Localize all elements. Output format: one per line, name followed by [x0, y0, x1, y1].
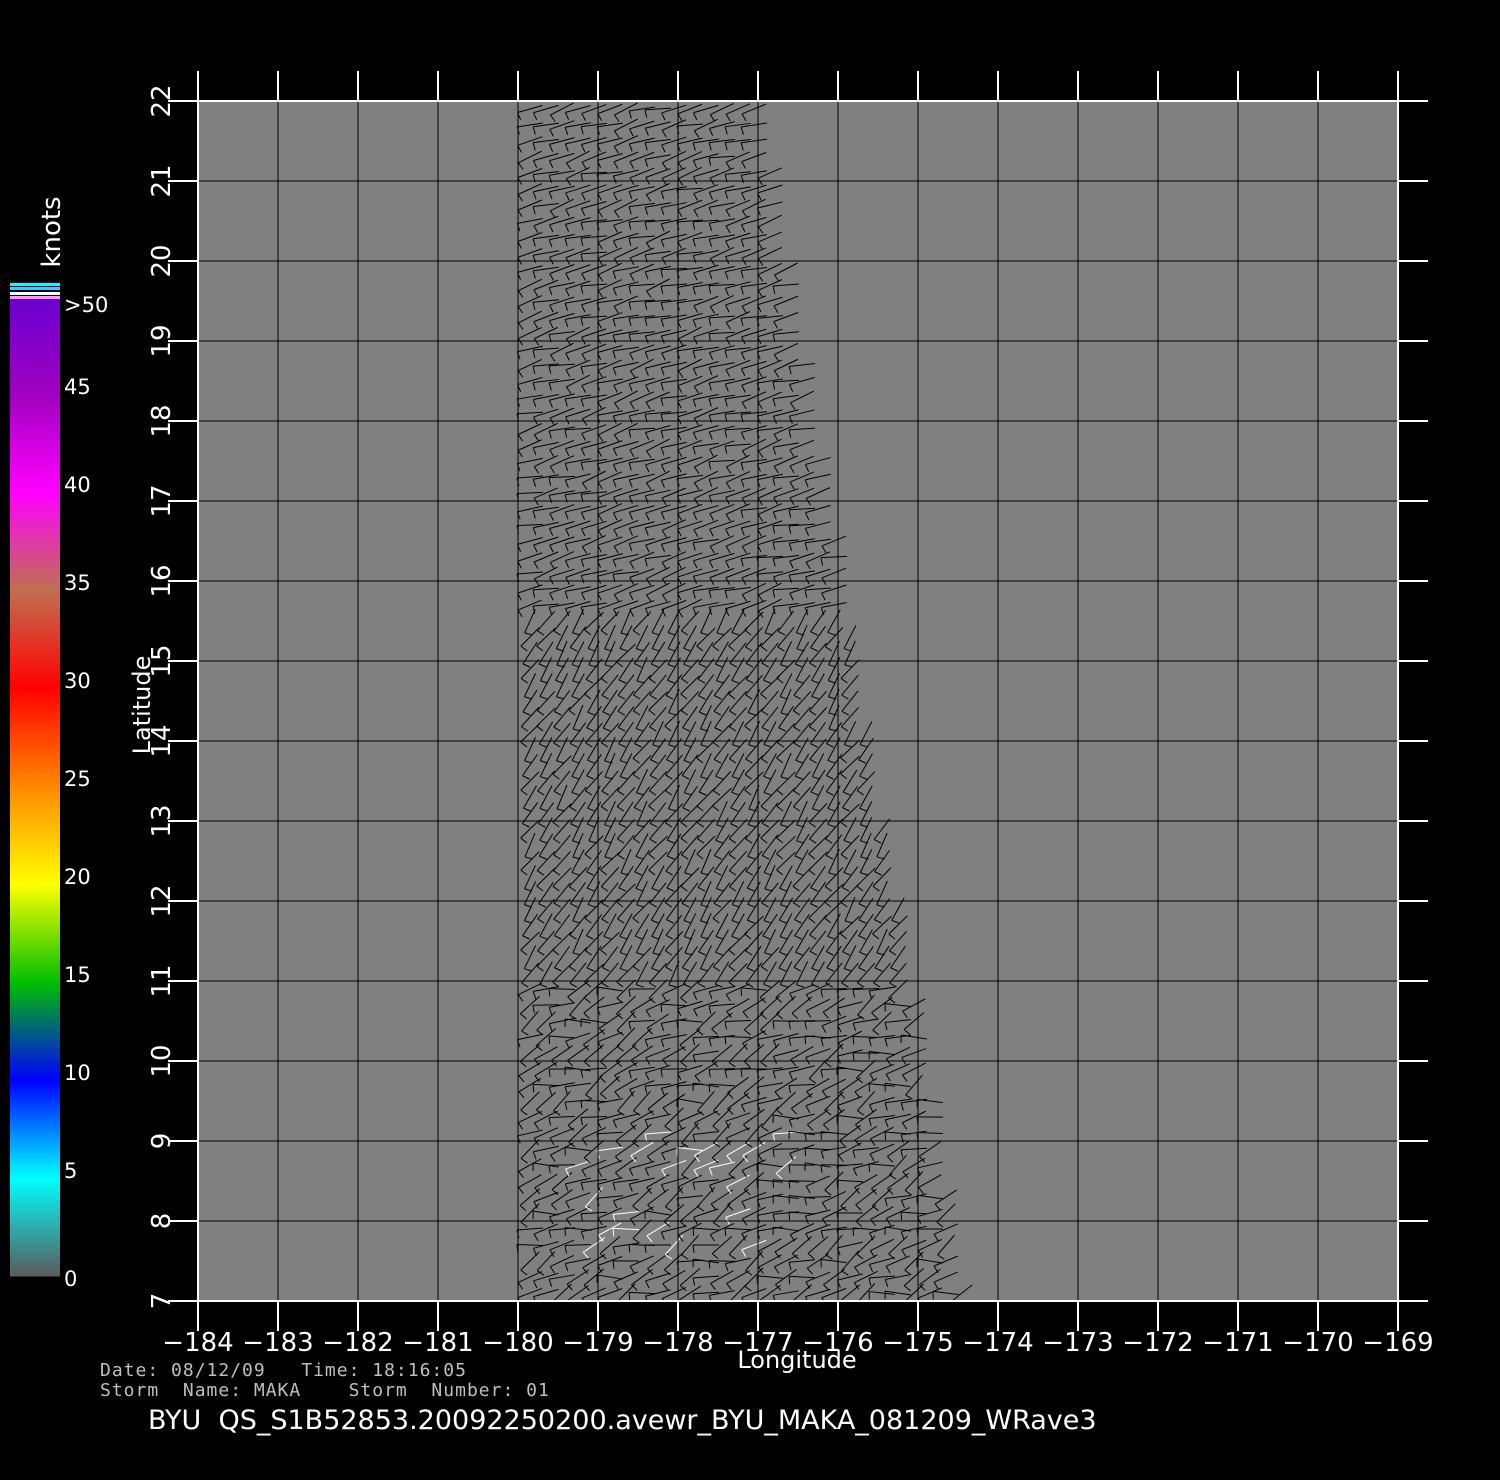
colorbar-tick-label: 20: [64, 865, 91, 889]
x-tick-label: −180: [482, 1328, 553, 1358]
colorbar-label: knots: [37, 196, 67, 267]
x-tick-label: −181: [402, 1328, 473, 1358]
colorbar-tick-label: 10: [64, 1061, 91, 1085]
wind-barb-feather: [788, 1276, 791, 1285]
y-tick-label: 20: [147, 244, 177, 277]
wind-barb-feather: [616, 1301, 624, 1308]
x-tick-label: −169: [1362, 1328, 1433, 1358]
colorbar-segment: [10, 590, 60, 689]
colorbar-segment: [10, 296, 60, 395]
wind-barb-feather: [904, 1301, 911, 1308]
colorbar: 0 5 10 15 20 25 30 35 40 45 >50 knots: [10, 196, 108, 1291]
y-tick-label: 17: [147, 484, 177, 517]
wind-chart: 051015202530354045>50knots −184 −183 −182−…: [10, 71, 1434, 1374]
colorbar-tick-label: 15: [64, 963, 91, 987]
chart-title: BYU QS_S1B52853.20092250200.avewr_BYU_MA…: [148, 1405, 1097, 1436]
colorbar-top-stripe: [10, 292, 60, 295]
wind-barb-feather: [804, 1035, 807, 1045]
x-axis-label: Longitude: [737, 1346, 856, 1374]
y-tick-label: 9: [147, 1133, 177, 1150]
y-tick-label: 21: [147, 164, 177, 197]
wind-barb-feather: [791, 1301, 799, 1308]
colorbar-segment: [10, 786, 60, 885]
x-tick-label: −183: [242, 1328, 313, 1358]
colorbar-segment: [10, 884, 60, 983]
wind-barb-feather: [900, 1212, 903, 1221]
wind-barb-feather: [884, 1131, 887, 1141]
wind-barb-feather: [728, 1301, 736, 1308]
wind-barb-feather: [660, 1004, 663, 1013]
wind-barb-feather: [856, 1302, 864, 1308]
y-tick-label: 7: [147, 1293, 177, 1310]
wind-barb-feather: [788, 1211, 791, 1221]
wind-barb-feather: [804, 1148, 807, 1157]
wind-barb-shaft: [660, 1068, 688, 1070]
x-tick-label: −173: [1042, 1328, 1113, 1358]
x-tick-label: −172: [1122, 1328, 1193, 1358]
colorbar-segment: [10, 394, 60, 493]
y-tick-label: 18: [147, 404, 177, 437]
colorbar-tick-label: 0: [64, 1267, 77, 1291]
colorbar-tick-label: 25: [64, 767, 91, 791]
plot-area: [198, 101, 1398, 1301]
wind-barb-feather: [692, 1227, 695, 1237]
x-tick-label: −184: [162, 1328, 233, 1358]
colorbar-tick-label: 35: [64, 571, 91, 595]
colorbar-top-stripe: [10, 283, 60, 286]
colorbar-segment: [10, 1178, 60, 1277]
x-tick-label: −174: [962, 1328, 1033, 1358]
y-axis-label: Latitude: [128, 656, 156, 755]
y-tick-label: 8: [147, 1213, 177, 1230]
x-tick-label: −182: [322, 1328, 393, 1358]
y-tick-label: 13: [147, 804, 177, 837]
wind-barb-feather: [548, 1035, 551, 1044]
wind-barb-feather: [708, 1084, 711, 1093]
colorbar-segment: [10, 982, 60, 1081]
x-tick-label: −179: [562, 1328, 633, 1358]
wind-barb-shaft: [548, 1164, 576, 1166]
wind-barb-feather: [724, 1228, 727, 1237]
x-tick-label: −178: [642, 1328, 713, 1358]
y-tick-label: 19: [147, 324, 177, 357]
colorbar-tick-label: 40: [64, 473, 91, 497]
storm-info: Storm Name: MAKA Storm Number: 01: [100, 1380, 550, 1401]
date-time-info: Date: 08/12/09 Time: 18:16:05: [100, 1360, 467, 1381]
x-tick-label: −171: [1202, 1328, 1273, 1358]
colorbar-tick-label: 45: [64, 375, 91, 399]
wind-barb-feather: [552, 1301, 560, 1308]
wind-barb-feather: [839, 1300, 847, 1308]
x-tick-label: −175: [882, 1328, 953, 1358]
y-tick-label: 12: [147, 884, 177, 917]
colorbar-segment: [10, 492, 60, 591]
y-tick-label: 16: [147, 564, 177, 597]
colorbar-tick-label: 5: [64, 1159, 77, 1183]
colorbar-top-stripe: [10, 296, 60, 299]
colorbar-segment: [10, 1080, 60, 1179]
colorbar-tick-label: 30: [64, 669, 91, 693]
colorbar-segment: [10, 688, 60, 787]
colorbar-tick-label: >50: [64, 293, 108, 317]
y-tick-label: 11: [147, 964, 177, 997]
colorbar-top-stripe: [10, 287, 60, 290]
y-tick-label: 10: [147, 1044, 177, 1077]
y-tick-label: 22: [147, 84, 177, 117]
x-tick-label: −170: [1282, 1328, 1353, 1358]
